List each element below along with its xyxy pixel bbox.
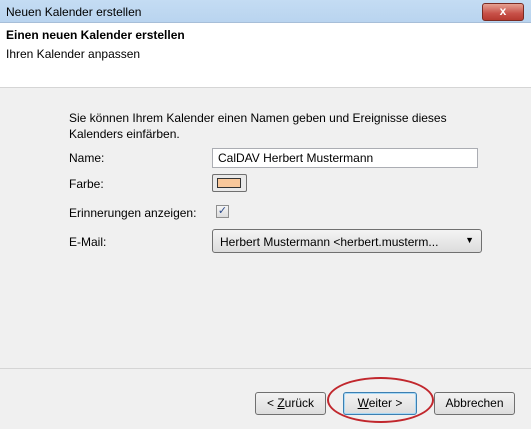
back-prefix: < <box>266 396 278 410</box>
next-label: eiter > <box>368 396 403 410</box>
footer-divider <box>0 368 531 369</box>
window-title: Neuen Kalender erstellen <box>6 5 142 19</box>
color-picker-button[interactable] <box>212 174 247 192</box>
next-accel: W <box>357 396 369 410</box>
calendar-name-input[interactable]: CalDAV Herbert Mustermann <box>212 148 478 168</box>
reminders-checkbox[interactable]: ✓ <box>216 205 229 218</box>
next-button[interactable]: Weiter > <box>343 392 417 415</box>
cancel-label: Abbrechen <box>445 396 504 410</box>
close-button[interactable]: x <box>482 3 524 21</box>
name-label: Name: <box>69 151 105 165</box>
close-icon: x <box>499 4 507 18</box>
dialog-window: Neuen Kalender erstellen x Einen neuen K… <box>0 0 531 429</box>
color-swatch <box>217 178 241 188</box>
cancel-button[interactable]: Abbrechen <box>434 392 515 415</box>
checkmark-icon: ✓ <box>217 205 228 217</box>
chevron-down-icon: ▼ <box>465 235 474 245</box>
back-label: urück <box>284 396 315 410</box>
wizard-header: Einen neuen Kalender erstellen Ihren Kal… <box>0 23 531 88</box>
reminders-label: Erinnerungen anzeigen: <box>69 206 197 220</box>
description-text: Sie können Ihrem Kalender einen Namen ge… <box>69 111 447 141</box>
wizard-subtitle: Ihren Kalender anpassen <box>6 47 141 61</box>
wizard-content: Sie können Ihrem Kalender einen Namen ge… <box>0 88 531 368</box>
back-button[interactable]: < Zurück <box>255 392 326 415</box>
back-accel: Z <box>277 396 285 410</box>
title-bar[interactable]: Neuen Kalender erstellen x <box>0 0 531 23</box>
email-selected-value: Herbert Mustermann <herbert.musterm... <box>220 235 439 249</box>
email-label: E-Mail: <box>69 235 107 249</box>
wizard-title: Einen neuen Kalender erstellen <box>6 28 185 42</box>
color-label: Farbe: <box>69 177 104 191</box>
email-select[interactable]: Herbert Mustermann <herbert.musterm... ▼ <box>212 229 482 253</box>
